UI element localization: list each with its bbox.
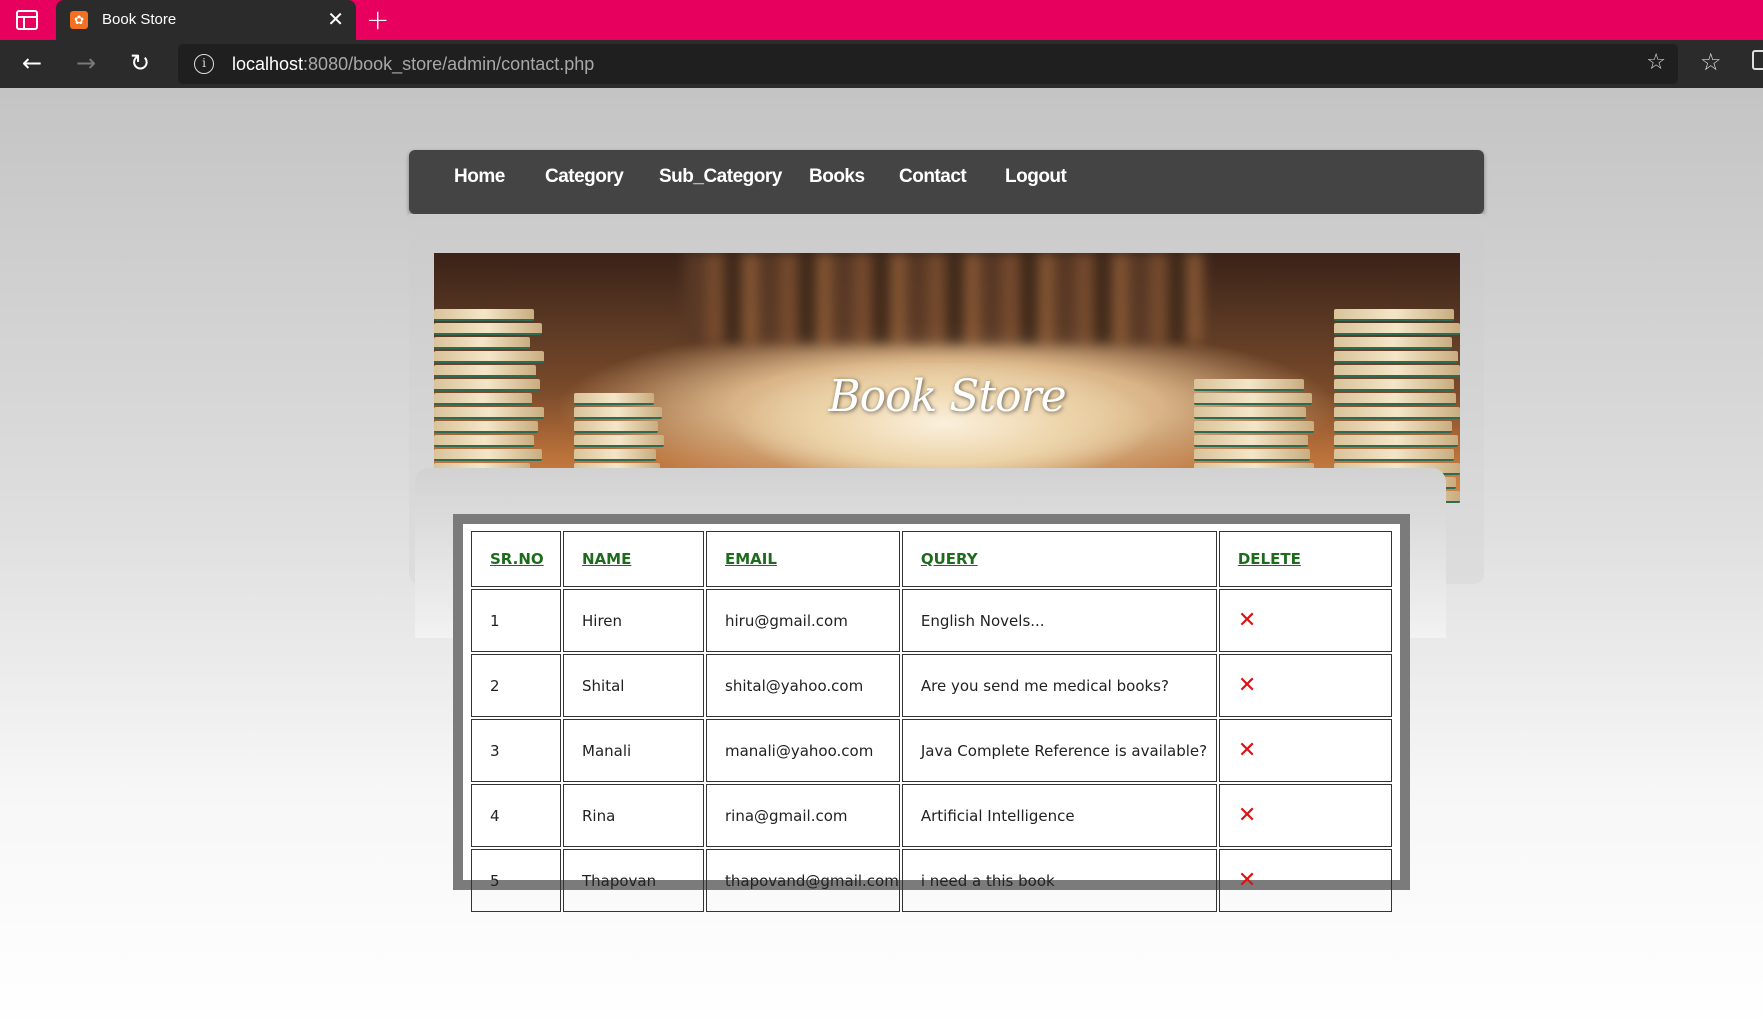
cell-sr-no: 4 xyxy=(471,784,561,847)
browser-tab[interactable]: ✿ Book Store ✕ xyxy=(56,0,356,40)
browser-tab-strip: ✿ Book Store ✕ + xyxy=(0,0,1763,40)
cell-delete: ✕ xyxy=(1218,589,1392,652)
menu-contact[interactable]: Contact xyxy=(899,166,967,188)
url-text[interactable]: localhost:8080/book_store/admin/contact.… xyxy=(232,54,594,75)
info-icon[interactable]: i xyxy=(194,54,214,74)
cell-sr-no: 1 xyxy=(471,589,561,652)
delete-icon[interactable]: ✕ xyxy=(1238,673,1256,698)
xampp-favicon-icon: ✿ xyxy=(70,11,88,29)
cell-email: rina@gmail.com xyxy=(706,784,900,847)
delete-icon[interactable]: ✕ xyxy=(1238,868,1256,893)
address-bar[interactable]: i localhost:8080/book_store/admin/contac… xyxy=(178,44,1678,84)
cell-name: Hiren xyxy=(563,589,704,652)
reload-icon[interactable]: ↻ xyxy=(124,48,156,80)
main-menu: Home Category Sub_Category Books Contact… xyxy=(409,150,1484,214)
cell-name: Rina xyxy=(563,784,704,847)
header-query[interactable]: QUERY xyxy=(901,531,1217,587)
header-name[interactable]: NAME xyxy=(563,531,704,587)
cell-email: manali@yahoo.com xyxy=(706,719,900,782)
cell-sr-no: 3 xyxy=(471,719,561,782)
cell-email: hiru@gmail.com xyxy=(706,589,900,652)
cell-query: English Novels... xyxy=(901,589,1217,652)
menu-books[interactable]: Books xyxy=(809,166,865,188)
menu-sub-category[interactable]: Sub_Category xyxy=(659,166,782,188)
table-row: 1 Hiren hiru@gmail.com English Novels...… xyxy=(471,589,1392,652)
new-tab-icon[interactable]: + xyxy=(366,5,389,35)
header-delete[interactable]: DELETE xyxy=(1218,531,1392,587)
table-row: 4 Rina rina@gmail.com Artificial Intelli… xyxy=(471,784,1392,847)
cell-name: Thapovan xyxy=(563,849,704,912)
close-tab-icon[interactable]: ✕ xyxy=(327,8,344,30)
forward-arrow-icon[interactable]: → xyxy=(70,48,102,80)
menu-logout[interactable]: Logout xyxy=(1005,166,1067,188)
table-header-row: SR.NO NAME EMAIL QUERY DELETE xyxy=(471,531,1392,587)
cell-query: Are you send me medical books? xyxy=(901,654,1217,717)
cell-delete: ✕ xyxy=(1218,719,1392,782)
cell-delete: ✕ xyxy=(1218,784,1392,847)
delete-icon[interactable]: ✕ xyxy=(1238,608,1256,633)
contact-table: SR.NO NAME EMAIL QUERY DELETE 1 Hiren hi… xyxy=(469,529,1394,914)
contact-table-container: SR.NO NAME EMAIL QUERY DELETE 1 Hiren hi… xyxy=(463,524,1400,912)
cell-sr-no: 5 xyxy=(471,849,561,912)
add-favorite-icon[interactable]: ☆ xyxy=(1646,50,1666,75)
cell-query: Artificial Intelligence xyxy=(901,784,1217,847)
cell-sr-no: 2 xyxy=(471,654,561,717)
banner-image: Book Store xyxy=(434,253,1460,503)
menu-home[interactable]: Home xyxy=(454,166,505,188)
cell-email: thapovand@gmail.com xyxy=(706,849,900,912)
cell-delete: ✕ xyxy=(1218,849,1392,912)
header-email[interactable]: EMAIL xyxy=(706,531,900,587)
bookshelf-background xyxy=(684,253,1204,343)
favorites-icon[interactable]: ☆ xyxy=(1700,48,1722,76)
table-row: 2 Shital shital@yahoo.com Are you send m… xyxy=(471,654,1392,717)
delete-icon[interactable]: ✕ xyxy=(1238,803,1256,828)
cell-name: Shital xyxy=(563,654,704,717)
cell-email: shital@yahoo.com xyxy=(706,654,900,717)
menu-category[interactable]: Category xyxy=(545,166,624,188)
browser-toolbar: ← → ↻ i localhost:8080/book_store/admin/… xyxy=(0,40,1763,88)
browser-essentials-icon[interactable] xyxy=(1752,50,1763,70)
cell-query: i need a this book xyxy=(901,849,1217,912)
table-row: 3 Manali manali@yahoo.com Java Complete … xyxy=(471,719,1392,782)
tab-title: Book Store xyxy=(102,11,177,28)
cell-delete: ✕ xyxy=(1218,654,1392,717)
cell-query: Java Complete Reference is available? xyxy=(901,719,1217,782)
banner-title: Book Store xyxy=(828,371,1066,422)
page-body: Home Category Sub_Category Books Contact… xyxy=(0,88,1763,1031)
back-arrow-icon[interactable]: ← xyxy=(16,48,48,80)
cell-name: Manali xyxy=(563,719,704,782)
table-row: 5 Thapovan thapovand@gmail.com i need a … xyxy=(471,849,1392,912)
sidebar-toggle-icon[interactable] xyxy=(16,10,38,30)
delete-icon[interactable]: ✕ xyxy=(1238,738,1256,763)
contact-table-frame: SR.NO NAME EMAIL QUERY DELETE 1 Hiren hi… xyxy=(453,514,1410,912)
header-sr-no[interactable]: SR.NO xyxy=(471,531,561,587)
